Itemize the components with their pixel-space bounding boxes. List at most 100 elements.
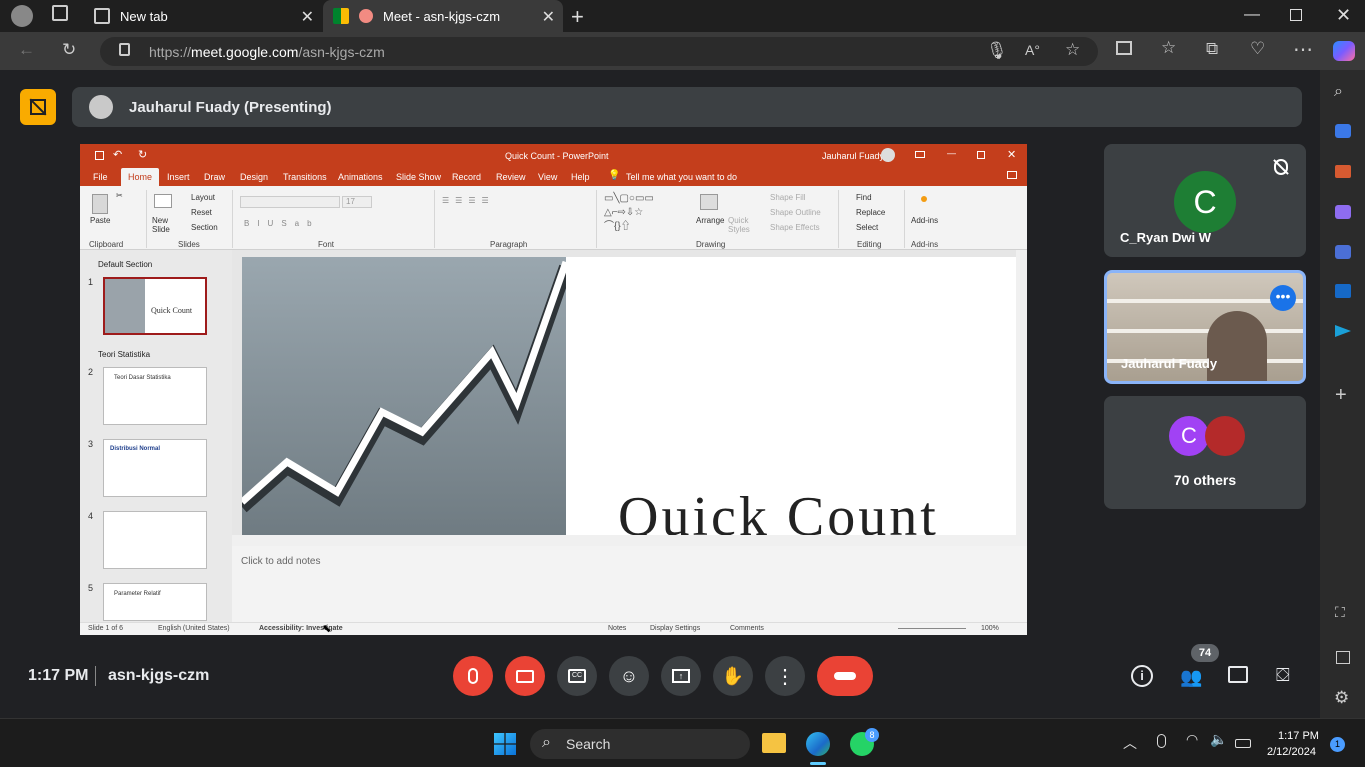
chevron-up-icon[interactable]: ︿	[1123, 733, 1137, 753]
font-size-box: 17	[342, 196, 372, 208]
close-tab-icon[interactable]: ✕	[542, 7, 555, 27]
notification-badge[interactable]: 1	[1330, 737, 1345, 752]
arrange-icon	[700, 194, 718, 210]
find-label: Find	[856, 193, 872, 202]
microphone-icon[interactable]: 🎙	[986, 41, 1008, 61]
lock-icon[interactable]	[119, 43, 130, 56]
ppt-status-bar: Slide 1 of 6 English (United States) Acc…	[80, 622, 1027, 635]
ppt-maximize-icon	[977, 151, 985, 159]
minimize-icon[interactable]: —	[1244, 6, 1260, 24]
close-tab-icon[interactable]: ✕	[301, 7, 314, 27]
windows-start-icon[interactable]	[494, 733, 516, 755]
ribbon-separator	[596, 190, 597, 248]
ppt-tab-home: Home	[121, 168, 159, 186]
thumb-num: 4	[88, 511, 94, 521]
font-size-value: 17	[346, 197, 355, 206]
settings-icon[interactable]: ⚙	[1334, 688, 1349, 708]
send-icon[interactable]	[1335, 325, 1351, 337]
wifi-icon[interactable]: ◠	[1186, 731, 1198, 748]
tray-date[interactable]: 2/12/2024	[1267, 746, 1316, 758]
url-field[interactable]: https://meet.google.com/asn-kjgs-czm 🎙 A…	[100, 37, 1098, 66]
tab-meet[interactable]: Meet - asn-kjgs-czm ✕	[323, 0, 563, 32]
leave-call-button[interactable]	[817, 656, 873, 696]
more-menu-icon[interactable]: ⋯	[1293, 37, 1313, 62]
slide-count: Slide 1 of 6	[88, 625, 124, 632]
performance-icon[interactable]: ♡	[1250, 39, 1265, 59]
more-vert-icon: ⋮	[775, 665, 795, 688]
people-button[interactable]: 👥	[1178, 665, 1204, 687]
file-explorer-icon[interactable]	[762, 733, 786, 753]
ppt-title-bar: ↶ ↻ Quick Count - PowerPoint Jauharul Fu…	[80, 144, 1027, 166]
volume-icon[interactable]: 🔈	[1210, 731, 1227, 748]
paste-label: Paste	[90, 216, 111, 225]
presenter-avatar	[89, 95, 113, 119]
search-icon[interactable]: ⌕	[1334, 83, 1343, 101]
raise-hand-button[interactable]: ✋	[713, 656, 753, 696]
section-default: Default Section	[98, 260, 153, 269]
taskbar-search[interactable]: ⌕ Search	[530, 729, 750, 759]
present-button[interactable]: ↑	[661, 656, 701, 696]
ppt-tab-transitions: Transitions	[283, 172, 327, 182]
tools-icon[interactable]	[1335, 165, 1351, 178]
restore-icon[interactable]	[1290, 9, 1302, 21]
new-tab-button[interactable]: +	[571, 4, 584, 30]
thumb-title: Teori Dasar Statistika	[114, 375, 171, 381]
back-icon[interactable]: ←	[18, 40, 35, 60]
screenshot-icon[interactable]: ⛶	[1335, 604, 1345, 621]
ribbon-separator	[146, 190, 147, 248]
activities-icon[interactable]: ⛋	[1276, 665, 1290, 686]
paragraph-buttons: ☰☰☰☰	[442, 196, 495, 205]
games-icon[interactable]	[1335, 205, 1351, 219]
display-settings: Display Settings	[650, 625, 701, 632]
participant-tile[interactable]: C C_Ryan Dwi W	[1104, 144, 1306, 257]
tray-time[interactable]: 1:17 PM	[1278, 730, 1319, 742]
meeting-details-icon[interactable]: i	[1131, 665, 1153, 687]
meeting-code: asn-kjgs-czm	[108, 667, 210, 684]
reactions-button[interactable]: ☺	[609, 656, 649, 696]
mic-off-button[interactable]	[453, 656, 493, 696]
add-icon[interactable]: +	[1335, 384, 1347, 407]
read-aloud-icon[interactable]: A°	[1025, 42, 1040, 58]
favorites-icon[interactable]: ☆	[1161, 38, 1176, 58]
refresh-icon[interactable]: ↻	[62, 40, 76, 60]
ribbon-display-icon	[915, 151, 925, 158]
sidebar-toggle-icon[interactable]	[1336, 651, 1350, 664]
battery-icon[interactable]	[1235, 739, 1251, 748]
slide-canvas: Quick Count	[242, 257, 1016, 535]
comment-icon	[1007, 171, 1017, 179]
outlook-icon[interactable]	[1335, 284, 1351, 298]
camera-off-button[interactable]	[505, 656, 545, 696]
meet-icon	[333, 8, 349, 24]
tab-new-tab[interactable]: New tab ✕	[84, 0, 322, 32]
ppt-tab-animations: Animations	[338, 172, 383, 182]
profile-avatar[interactable]	[11, 5, 33, 27]
copilot-icon[interactable]	[1333, 41, 1355, 61]
hangup-icon	[834, 672, 856, 680]
captions-button[interactable]: CC	[557, 656, 597, 696]
participant-name: Jauharul Fuady	[1121, 356, 1218, 371]
group-paragraph: Paragraph	[490, 240, 528, 249]
others-tile[interactable]: C 70 others	[1104, 396, 1306, 509]
edge-icon[interactable]	[806, 732, 830, 756]
microphone-tray-icon[interactable]	[1157, 734, 1166, 748]
more-options-icon[interactable]: •••	[1270, 285, 1296, 311]
participant-avatar: C	[1174, 171, 1236, 233]
favorite-star-icon[interactable]: ☆	[1065, 40, 1080, 60]
addins-icon	[921, 196, 927, 202]
ppt-tab-insert: Insert	[167, 172, 190, 182]
split-screen-icon[interactable]	[1116, 41, 1132, 55]
shape-fill-label: Shape Fill	[770, 193, 806, 202]
presentation-icon[interactable]	[20, 89, 56, 125]
url-host: meet.google.com	[191, 44, 299, 60]
participant-tile-video[interactable]: Jauharul Fuady •••	[1104, 270, 1306, 384]
close-window-icon[interactable]: ✕	[1336, 5, 1351, 26]
ppt-tab-review: Review	[496, 172, 526, 182]
microsoft365-icon[interactable]	[1335, 245, 1351, 259]
thumb-title: Parameter Relatif	[114, 591, 161, 597]
tab-actions-icon[interactable]	[52, 5, 68, 21]
collections-icon[interactable]: ⧉	[1206, 39, 1218, 59]
more-options-button[interactable]: ⋮	[765, 656, 805, 696]
search-icon: ⌕	[542, 734, 551, 751]
shopping-icon[interactable]	[1335, 124, 1351, 138]
chat-icon[interactable]	[1228, 666, 1248, 683]
